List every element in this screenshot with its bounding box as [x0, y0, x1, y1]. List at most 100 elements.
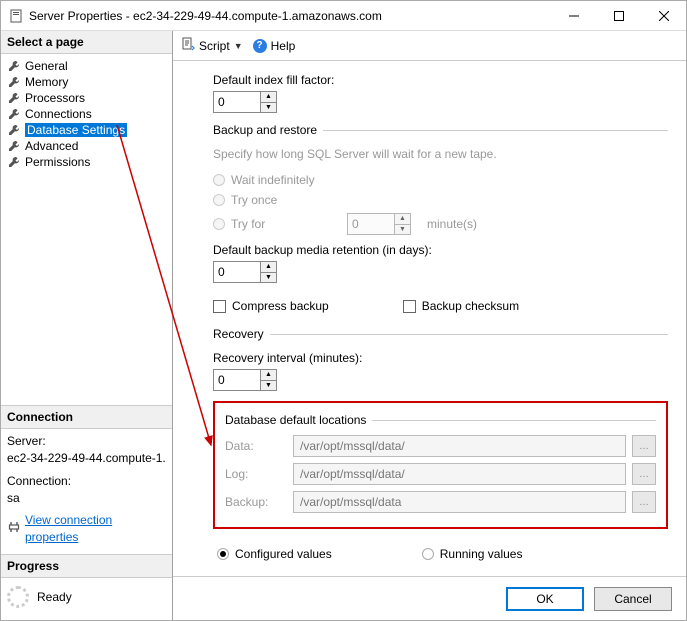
- toolbar: Script ▼ ? Help: [173, 31, 686, 61]
- try-once-radio: [213, 194, 225, 206]
- try-for-spinner: ▲▼: [347, 213, 411, 235]
- page-label: Database Settings: [25, 123, 127, 137]
- ok-button[interactable]: OK: [506, 587, 584, 611]
- page-item-processors[interactable]: Processors: [3, 90, 170, 106]
- recovery-interval-input[interactable]: [214, 370, 260, 390]
- backup-checksum-checkbox[interactable]: [403, 300, 416, 313]
- close-button[interactable]: [641, 1, 686, 30]
- fill-factor-input[interactable]: [214, 92, 260, 112]
- data-label: Data:: [225, 439, 287, 453]
- page-item-connections[interactable]: Connections: [3, 106, 170, 122]
- log-path-input[interactable]: /var/opt/mssql/data/: [293, 463, 626, 485]
- progress-header: Progress: [1, 555, 172, 578]
- page-item-permissions[interactable]: Permissions: [3, 154, 170, 170]
- backup-browse-button[interactable]: …: [632, 491, 656, 513]
- wrench-icon: [7, 123, 21, 137]
- recovery-interval-label: Recovery interval (minutes):: [213, 351, 668, 365]
- wrench-icon: [7, 75, 21, 89]
- script-button[interactable]: Script ▼: [181, 37, 243, 54]
- script-icon: [181, 37, 195, 54]
- spin-up[interactable]: ▲: [261, 262, 276, 273]
- titlebar: Server Properties - ec2-34-229-49-44.com…: [1, 1, 686, 31]
- try-for-unit: minute(s): [427, 217, 477, 231]
- progress-status: Ready: [37, 590, 72, 604]
- page-list: General Memory Processors Connections Da…: [1, 54, 172, 174]
- view-connection-properties-link[interactable]: View connection properties: [7, 512, 166, 546]
- page-label: Processors: [25, 91, 85, 105]
- log-label: Log:: [225, 467, 287, 481]
- server-icon: [9, 9, 23, 23]
- spin-up: ▲: [395, 214, 410, 225]
- page-item-general[interactable]: General: [3, 58, 170, 74]
- backup-path-input[interactable]: /var/opt/mssql/data: [293, 491, 626, 513]
- wrench-icon: [7, 59, 21, 73]
- help-icon: ?: [253, 39, 267, 53]
- connection-icon: [7, 520, 21, 539]
- button-bar: OK Cancel: [173, 576, 686, 620]
- data-browse-button[interactable]: …: [632, 435, 656, 457]
- configured-values-label: Configured values: [235, 547, 332, 561]
- server-label: Server:: [7, 433, 166, 450]
- page-label: Advanced: [25, 139, 78, 153]
- media-retention-spinner[interactable]: ▲▼: [213, 261, 277, 283]
- running-values-radio[interactable]: [422, 548, 434, 560]
- connection-panel: Connection Server: ec2-34-229-49-44.comp…: [1, 405, 172, 554]
- wrench-icon: [7, 91, 21, 105]
- page-item-memory[interactable]: Memory: [3, 74, 170, 90]
- left-panel: Select a page General Memory Processors …: [1, 31, 173, 620]
- spin-up[interactable]: ▲: [261, 370, 276, 381]
- spin-up[interactable]: ▲: [261, 92, 276, 103]
- try-for-radio: [213, 218, 225, 230]
- spin-down[interactable]: ▼: [261, 381, 276, 391]
- window-buttons: [551, 1, 686, 30]
- compress-backup-label: Compress backup: [232, 299, 329, 313]
- running-values-label: Running values: [440, 547, 523, 561]
- connection-header: Connection: [1, 406, 172, 429]
- cancel-button[interactable]: Cancel: [594, 587, 672, 611]
- log-browse-button[interactable]: …: [632, 463, 656, 485]
- connection-value: sa: [7, 490, 166, 507]
- view-connection-properties-text: View connection properties: [25, 512, 166, 546]
- help-label: Help: [271, 39, 296, 53]
- page-label: Memory: [25, 75, 68, 89]
- wrench-icon: [7, 107, 21, 121]
- page-item-database-settings[interactable]: Database Settings: [3, 122, 170, 138]
- fill-factor-spinner[interactable]: ▲▼: [213, 91, 277, 113]
- try-for-label: Try for: [231, 217, 341, 231]
- try-for-input: [348, 214, 394, 234]
- spin-down[interactable]: ▼: [261, 103, 276, 113]
- spin-down[interactable]: ▼: [261, 273, 276, 283]
- help-button[interactable]: ? Help: [253, 39, 296, 53]
- progress-ring-icon: [7, 586, 29, 608]
- spin-down: ▼: [395, 225, 410, 235]
- page-item-advanced[interactable]: Advanced: [3, 138, 170, 154]
- backup-path-label: Backup:: [225, 495, 287, 509]
- right-panel: Script ▼ ? Help Default index fill facto…: [173, 31, 686, 620]
- backup-restore-note: Specify how long SQL Server will wait fo…: [213, 147, 668, 161]
- content-area: Default index fill factor: ▲▼ Backup and…: [173, 61, 686, 576]
- fill-factor-label: Default index fill factor:: [213, 73, 668, 87]
- backup-checksum-label: Backup checksum: [422, 299, 519, 313]
- recovery-interval-spinner[interactable]: ▲▼: [213, 369, 277, 391]
- script-label: Script: [199, 39, 230, 53]
- page-label: Connections: [25, 107, 92, 121]
- maximize-button[interactable]: [596, 1, 641, 30]
- page-label: General: [25, 59, 68, 73]
- recovery-header: Recovery: [213, 327, 264, 341]
- try-once-label: Try once: [231, 193, 277, 207]
- wrench-icon: [7, 139, 21, 153]
- wrench-icon: [7, 155, 21, 169]
- minimize-button[interactable]: [551, 1, 596, 30]
- media-retention-label: Default backup media retention (in days)…: [213, 243, 668, 257]
- compress-backup-checkbox[interactable]: [213, 300, 226, 313]
- progress-panel: Progress Ready: [1, 554, 172, 620]
- backup-restore-header: Backup and restore: [213, 123, 317, 137]
- select-page-header: Select a page: [1, 31, 172, 54]
- data-path-input[interactable]: /var/opt/mssql/data/: [293, 435, 626, 457]
- db-locations-header: Database default locations: [225, 413, 366, 427]
- connection-label: Connection:: [7, 473, 166, 490]
- wait-indefinitely-radio: [213, 174, 225, 186]
- configured-values-radio[interactable]: [217, 548, 229, 560]
- window-title: Server Properties - ec2-34-229-49-44.com…: [29, 9, 551, 23]
- media-retention-input[interactable]: [214, 262, 260, 282]
